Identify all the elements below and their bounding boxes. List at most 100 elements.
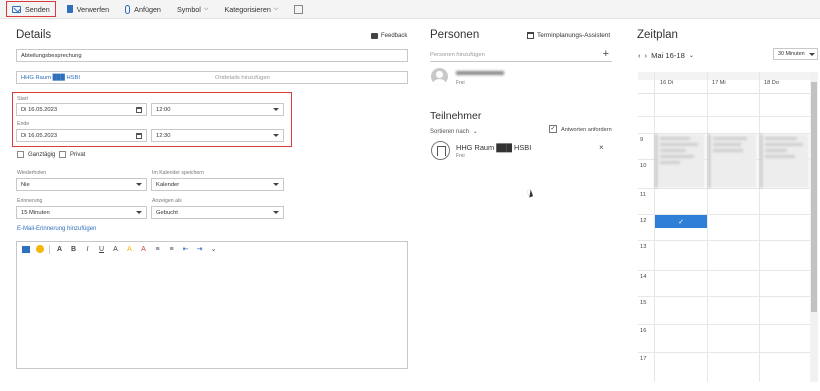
attendees-heading: Teilnehmer: [430, 110, 482, 122]
scrollbar-thumb[interactable]: [811, 82, 817, 312]
chevron-right-icon[interactable]: ›: [645, 51, 648, 60]
busy-block[interactable]: [760, 134, 809, 188]
discard-button[interactable]: Verwerfen: [62, 2, 114, 17]
start-date-picker[interactable]: Di 16.05.2023: [16, 103, 147, 116]
font-size-icon[interactable]: A: [55, 245, 64, 254]
hour-row: 13: [638, 240, 810, 250]
chevron-down-icon: [273, 134, 279, 137]
chevron-down-icon: ⌵: [273, 5, 279, 12]
numbered-list-icon[interactable]: ≡: [167, 245, 176, 254]
chevron-down-icon: [809, 53, 815, 56]
grow-font-icon[interactable]: A: [111, 245, 120, 254]
calendar-icon: [527, 32, 534, 39]
reminder-select[interactable]: 15 Minuten: [16, 206, 147, 219]
mail-icon: [294, 4, 304, 14]
chevron-down-icon: [273, 108, 279, 111]
location-details-placeholder[interactable]: Ortdetails hinzufügen: [215, 75, 270, 81]
repeat-label: Wiederholen: [17, 170, 47, 176]
end-time-select[interactable]: 12:30: [151, 129, 284, 142]
format-toolbar: A B I U A A A ≡ ≡ ⇤ ⇥ ⌄: [17, 242, 407, 256]
busy-block[interactable]: [655, 134, 705, 188]
mail-button[interactable]: [289, 2, 312, 17]
start-time-select[interactable]: 12:00: [151, 103, 284, 116]
attach-button[interactable]: Anfügen: [120, 2, 166, 17]
scheduling-assistant-label: Terminplanungs-Assistent: [537, 32, 611, 39]
schedule-scrollbar[interactable]: [810, 72, 818, 382]
chevron-down-icon[interactable]: ⌄: [689, 52, 694, 59]
categorize-label: Kategorisieren: [224, 4, 271, 14]
paperclip-icon: [125, 4, 131, 14]
sort-by-label: Sortieren nach: [430, 129, 470, 135]
date-range-label[interactable]: Mai 16-18: [651, 51, 685, 60]
room-icon: [431, 141, 450, 160]
location-input[interactable]: HHG Raum ███ HSBI Ortdetails hinzufügen: [16, 71, 408, 84]
plus-icon[interactable]: +: [603, 48, 609, 60]
symbol-menu[interactable]: Symbol ⌵: [172, 2, 214, 17]
details-heading: Details: [16, 29, 52, 41]
increase-indent-icon[interactable]: ⇥: [195, 245, 204, 254]
chevron-down-icon: [136, 183, 142, 186]
highlight-icon[interactable]: A: [125, 245, 134, 254]
day-header: 17 Mi: [712, 80, 726, 86]
hour-row: 14: [638, 270, 810, 280]
private-checkbox[interactable]: [59, 151, 66, 158]
emoji-icon[interactable]: [35, 245, 44, 254]
font-color-icon[interactable]: A: [139, 245, 148, 254]
interval-value: 30 Minuten: [778, 51, 805, 57]
end-date-picker[interactable]: Di 16.05.2023: [16, 129, 147, 142]
chevron-down-icon: [136, 211, 142, 214]
room-status: Frei: [456, 153, 465, 159]
close-icon[interactable]: ×: [599, 143, 604, 152]
end-label: Ende: [17, 121, 30, 127]
save-calendar-label: Im Kalender speichern: [152, 170, 204, 176]
email-reminder-link[interactable]: E-Mail-Erinnerung hinzufügen: [17, 226, 96, 232]
start-time-value: 12:00: [156, 106, 171, 113]
subject-input[interactable]: Abteilungsbesprechung: [16, 49, 408, 62]
scheduling-assistant-button[interactable]: Terminplanungs-Assistent: [527, 32, 610, 39]
calendar-icon[interactable]: [136, 133, 142, 139]
allday-checkbox[interactable]: [17, 151, 24, 158]
categorize-menu[interactable]: Kategorisieren ⌵: [219, 2, 283, 17]
save-calendar-select[interactable]: Kalender: [151, 178, 284, 191]
hour-label: 16: [640, 328, 647, 334]
hour-row: [638, 116, 810, 117]
room-name: HHG Raum ███ HSBI: [456, 143, 532, 152]
italic-icon[interactable]: I: [83, 245, 92, 254]
chevron-left-icon[interactable]: ‹: [638, 51, 641, 60]
hour-label: 10: [640, 163, 647, 169]
private-label: Privat: [70, 152, 86, 158]
add-people-input[interactable]: Personen hinzufügen +: [430, 48, 612, 62]
request-responses-checkbox[interactable]: ✓: [549, 125, 557, 133]
selected-time-slot[interactable]: ✓: [655, 215, 707, 228]
chevron-down-icon[interactable]: ⌄: [209, 245, 218, 254]
bold-icon[interactable]: B: [69, 245, 78, 254]
bullet-list-icon[interactable]: ≡: [153, 245, 162, 254]
discard-label: Verwerfen: [76, 4, 110, 14]
schedule-nav: ‹ › Mai 16-18 ⌄: [638, 51, 694, 60]
image-icon[interactable]: [21, 245, 30, 254]
hour-row: 17: [638, 352, 810, 362]
sort-by-menu[interactable]: Sortieren nach ⌄: [430, 128, 478, 135]
start-date-value: Di 16.05.2023: [21, 106, 58, 113]
hour-label: 17: [640, 356, 647, 362]
day-column-divider: [759, 72, 760, 382]
end-time-value: 12:30: [156, 132, 171, 139]
hour-row: 16: [638, 324, 810, 334]
feedback-button[interactable]: Feedback: [371, 33, 407, 39]
repeat-select[interactable]: Nie: [16, 178, 147, 191]
calendar-icon[interactable]: [136, 107, 142, 113]
show-as-select[interactable]: Gebucht: [151, 206, 284, 219]
underline-icon[interactable]: U: [97, 245, 106, 254]
organizer-name: [456, 71, 504, 75]
trash-icon: [66, 5, 73, 13]
chevron-down-icon: [273, 211, 279, 214]
busy-block[interactable]: [708, 134, 757, 188]
attach-label: Anfügen: [134, 4, 161, 14]
hour-label: 13: [640, 244, 647, 250]
send-button[interactable]: Senden: [6, 1, 56, 17]
decrease-indent-icon[interactable]: ⇤: [181, 245, 190, 254]
body-editor[interactable]: A B I U A A A ≡ ≡ ⇤ ⇥ ⌄: [16, 241, 408, 369]
symbol-label: Symbol: [176, 4, 201, 14]
interval-select[interactable]: 30 Minuten: [773, 48, 818, 60]
end-date-value: Di 16.05.2023: [21, 132, 58, 139]
